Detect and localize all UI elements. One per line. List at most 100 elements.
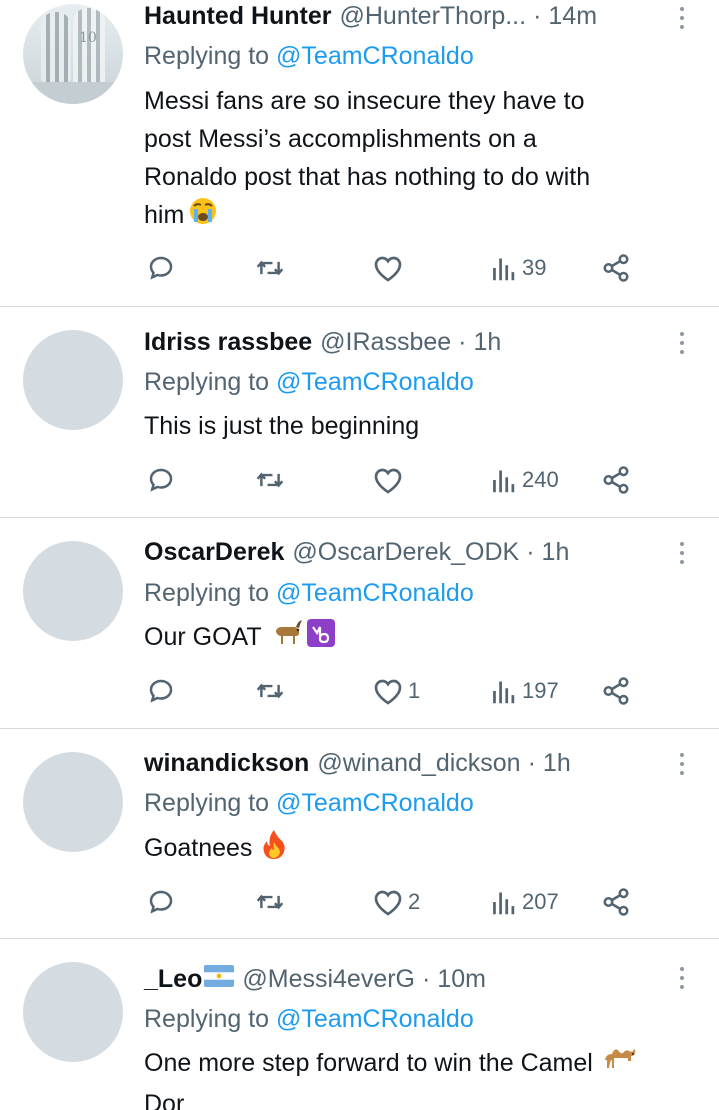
share-icon: [603, 677, 629, 705]
avatar[interactable]: [23, 962, 123, 1062]
retweet-button[interactable]: [254, 248, 286, 288]
replying-to: Replying to @TeamCRonaldo: [144, 577, 474, 609]
retweet-button[interactable]: [254, 671, 286, 711]
reply-tweet[interactable]: Idriss rassbee @IRassbee · 1h Replying t…: [0, 307, 719, 517]
tweet-text-line: This is just the beginning: [144, 412, 420, 440]
user-handle[interactable]: @winand_dickson: [317, 747, 520, 779]
separator-dot: ·: [533, 2, 542, 30]
reply-button[interactable]: [146, 248, 176, 288]
replying-to: Replying to @TeamCRonaldo: [144, 1003, 474, 1035]
goat-emoji: [270, 618, 304, 659]
reply-feed: 10 Haunted Hunter @HunterThorp... · 14m …: [0, 0, 719, 1110]
more-options-icon[interactable]: [671, 329, 693, 357]
replying-to-label: Replying to: [144, 368, 270, 396]
tweet-header: winandickson @winand_dickson · 1h: [144, 747, 571, 779]
tweet-text-line: Dor: [144, 1090, 185, 1110]
view-count: 207: [522, 889, 559, 914]
heart-icon: [374, 468, 402, 494]
display-name[interactable]: winandickson: [144, 747, 309, 779]
reply-tweet[interactable]: 10 Haunted Hunter @HunterThorp... · 14m …: [0, 0, 719, 306]
share-button[interactable]: [600, 882, 632, 922]
tweet-text-line: Goatnees: [144, 834, 253, 863]
reply-icon: [149, 890, 173, 914]
display-name[interactable]: Haunted Hunter: [144, 0, 332, 32]
reply-icon: [149, 468, 173, 492]
replying-to: Replying to @TeamCRonaldo: [144, 787, 474, 819]
timestamp[interactable]: 14m: [548, 0, 597, 32]
share-button[interactable]: [600, 671, 632, 711]
tweet-text: This is just the beginning: [144, 407, 699, 445]
avatar[interactable]: [23, 752, 123, 852]
display-name[interactable]: Idriss rassbee: [144, 326, 312, 358]
user-handle[interactable]: @HunterThorp...: [340, 0, 527, 32]
timestamp[interactable]: 1h: [543, 747, 571, 779]
retweet-button[interactable]: [254, 460, 286, 500]
separator-dot: ·: [422, 965, 431, 993]
like-count: 2: [408, 889, 421, 914]
like-button[interactable]: 1: [372, 671, 420, 711]
user-handle[interactable]: @OscarDerek_ODK: [292, 536, 519, 568]
tweet-text: Our GOAT: [144, 618, 699, 659]
reply-button[interactable]: [146, 460, 176, 500]
share-button[interactable]: [600, 460, 632, 500]
avatar[interactable]: 10: [23, 4, 123, 104]
replying-to-label: Replying to: [144, 1005, 270, 1033]
views-button[interactable]: 207: [490, 882, 559, 922]
views-button[interactable]: 197: [490, 671, 559, 711]
tweet-header: OscarDerek @OscarDerek_ODK · 1h: [144, 536, 569, 568]
like-button[interactable]: [372, 248, 408, 288]
more-options-icon[interactable]: [671, 4, 693, 32]
user-handle[interactable]: @IRassbee: [320, 326, 451, 358]
share-button[interactable]: [600, 248, 632, 288]
capricorn-icon: [306, 618, 336, 659]
timestamp[interactable]: 1h: [474, 326, 502, 358]
display-name[interactable]: _Leo: [144, 963, 202, 995]
avatar-jersey-number: 10: [79, 30, 97, 46]
more-options-icon[interactable]: [671, 964, 693, 992]
more-options-icon[interactable]: [671, 539, 693, 567]
tweet-header: Idriss rassbee @IRassbee · 1h: [144, 326, 501, 358]
tweet-header: Haunted Hunter @HunterThorp... · 14m: [144, 0, 597, 32]
retweet-icon: [256, 472, 284, 488]
replying-to: Replying to @TeamCRonaldo: [144, 366, 474, 398]
reply-tweet[interactable]: _Leo @Messi4everG · 10m Replying to @Tea…: [0, 939, 719, 1110]
reply-tweet[interactable]: winandickson @winand_dickson · 1h Replyi…: [0, 729, 719, 938]
tweet-header: _Leo @Messi4everG · 10m: [144, 963, 486, 995]
replying-to-label: Replying to: [144, 42, 270, 70]
tweet-text-line: post Messi’s accomplishments on a: [144, 125, 537, 153]
replying-to-label: Replying to: [144, 789, 270, 817]
view-count: 197: [522, 678, 559, 703]
views-icon: [493, 681, 515, 704]
like-button[interactable]: [372, 460, 408, 500]
share-icon: [603, 254, 629, 282]
views-icon: [493, 258, 515, 281]
replying-to-link[interactable]: @TeamCRonaldo: [276, 789, 474, 817]
retweet-icon: [256, 260, 284, 276]
separator-dot: ·: [458, 328, 467, 356]
reply-tweet[interactable]: OscarDerek @OscarDerek_ODK · 1h Replying…: [0, 518, 719, 728]
tweet-text-line: him: [144, 201, 185, 230]
user-handle[interactable]: @Messi4everG: [242, 963, 415, 995]
avatar[interactable]: [23, 541, 123, 641]
tweet-text: Messi fans are so insecure they have to …: [144, 82, 699, 237]
replying-to-link[interactable]: @TeamCRonaldo: [276, 1005, 474, 1033]
tweet-text: One more step forward to win the Camel D…: [144, 1044, 699, 1110]
reply-button[interactable]: [146, 882, 176, 922]
like-button[interactable]: 2: [372, 882, 420, 922]
separator-dot: ·: [526, 538, 535, 566]
more-options-icon[interactable]: [671, 750, 693, 778]
views-icon: [493, 892, 515, 915]
timestamp[interactable]: 1h: [542, 536, 570, 568]
views-button[interactable]: 240: [490, 460, 559, 500]
replying-to-link[interactable]: @TeamCRonaldo: [276, 42, 474, 70]
reply-button[interactable]: [146, 671, 176, 711]
avatar[interactable]: [23, 330, 123, 430]
display-name[interactable]: OscarDerek: [144, 536, 284, 568]
timestamp[interactable]: 10m: [437, 963, 486, 995]
replying-to-link[interactable]: @TeamCRonaldo: [276, 579, 474, 607]
replying-to-link[interactable]: @TeamCRonaldo: [276, 368, 474, 396]
tweet-text-line: Ronaldo post that has nothing to do with: [144, 163, 591, 191]
views-button[interactable]: 39: [490, 248, 546, 288]
retweet-button[interactable]: [254, 882, 286, 922]
tweet-text-line: Messi fans are so insecure they have to: [144, 87, 585, 115]
